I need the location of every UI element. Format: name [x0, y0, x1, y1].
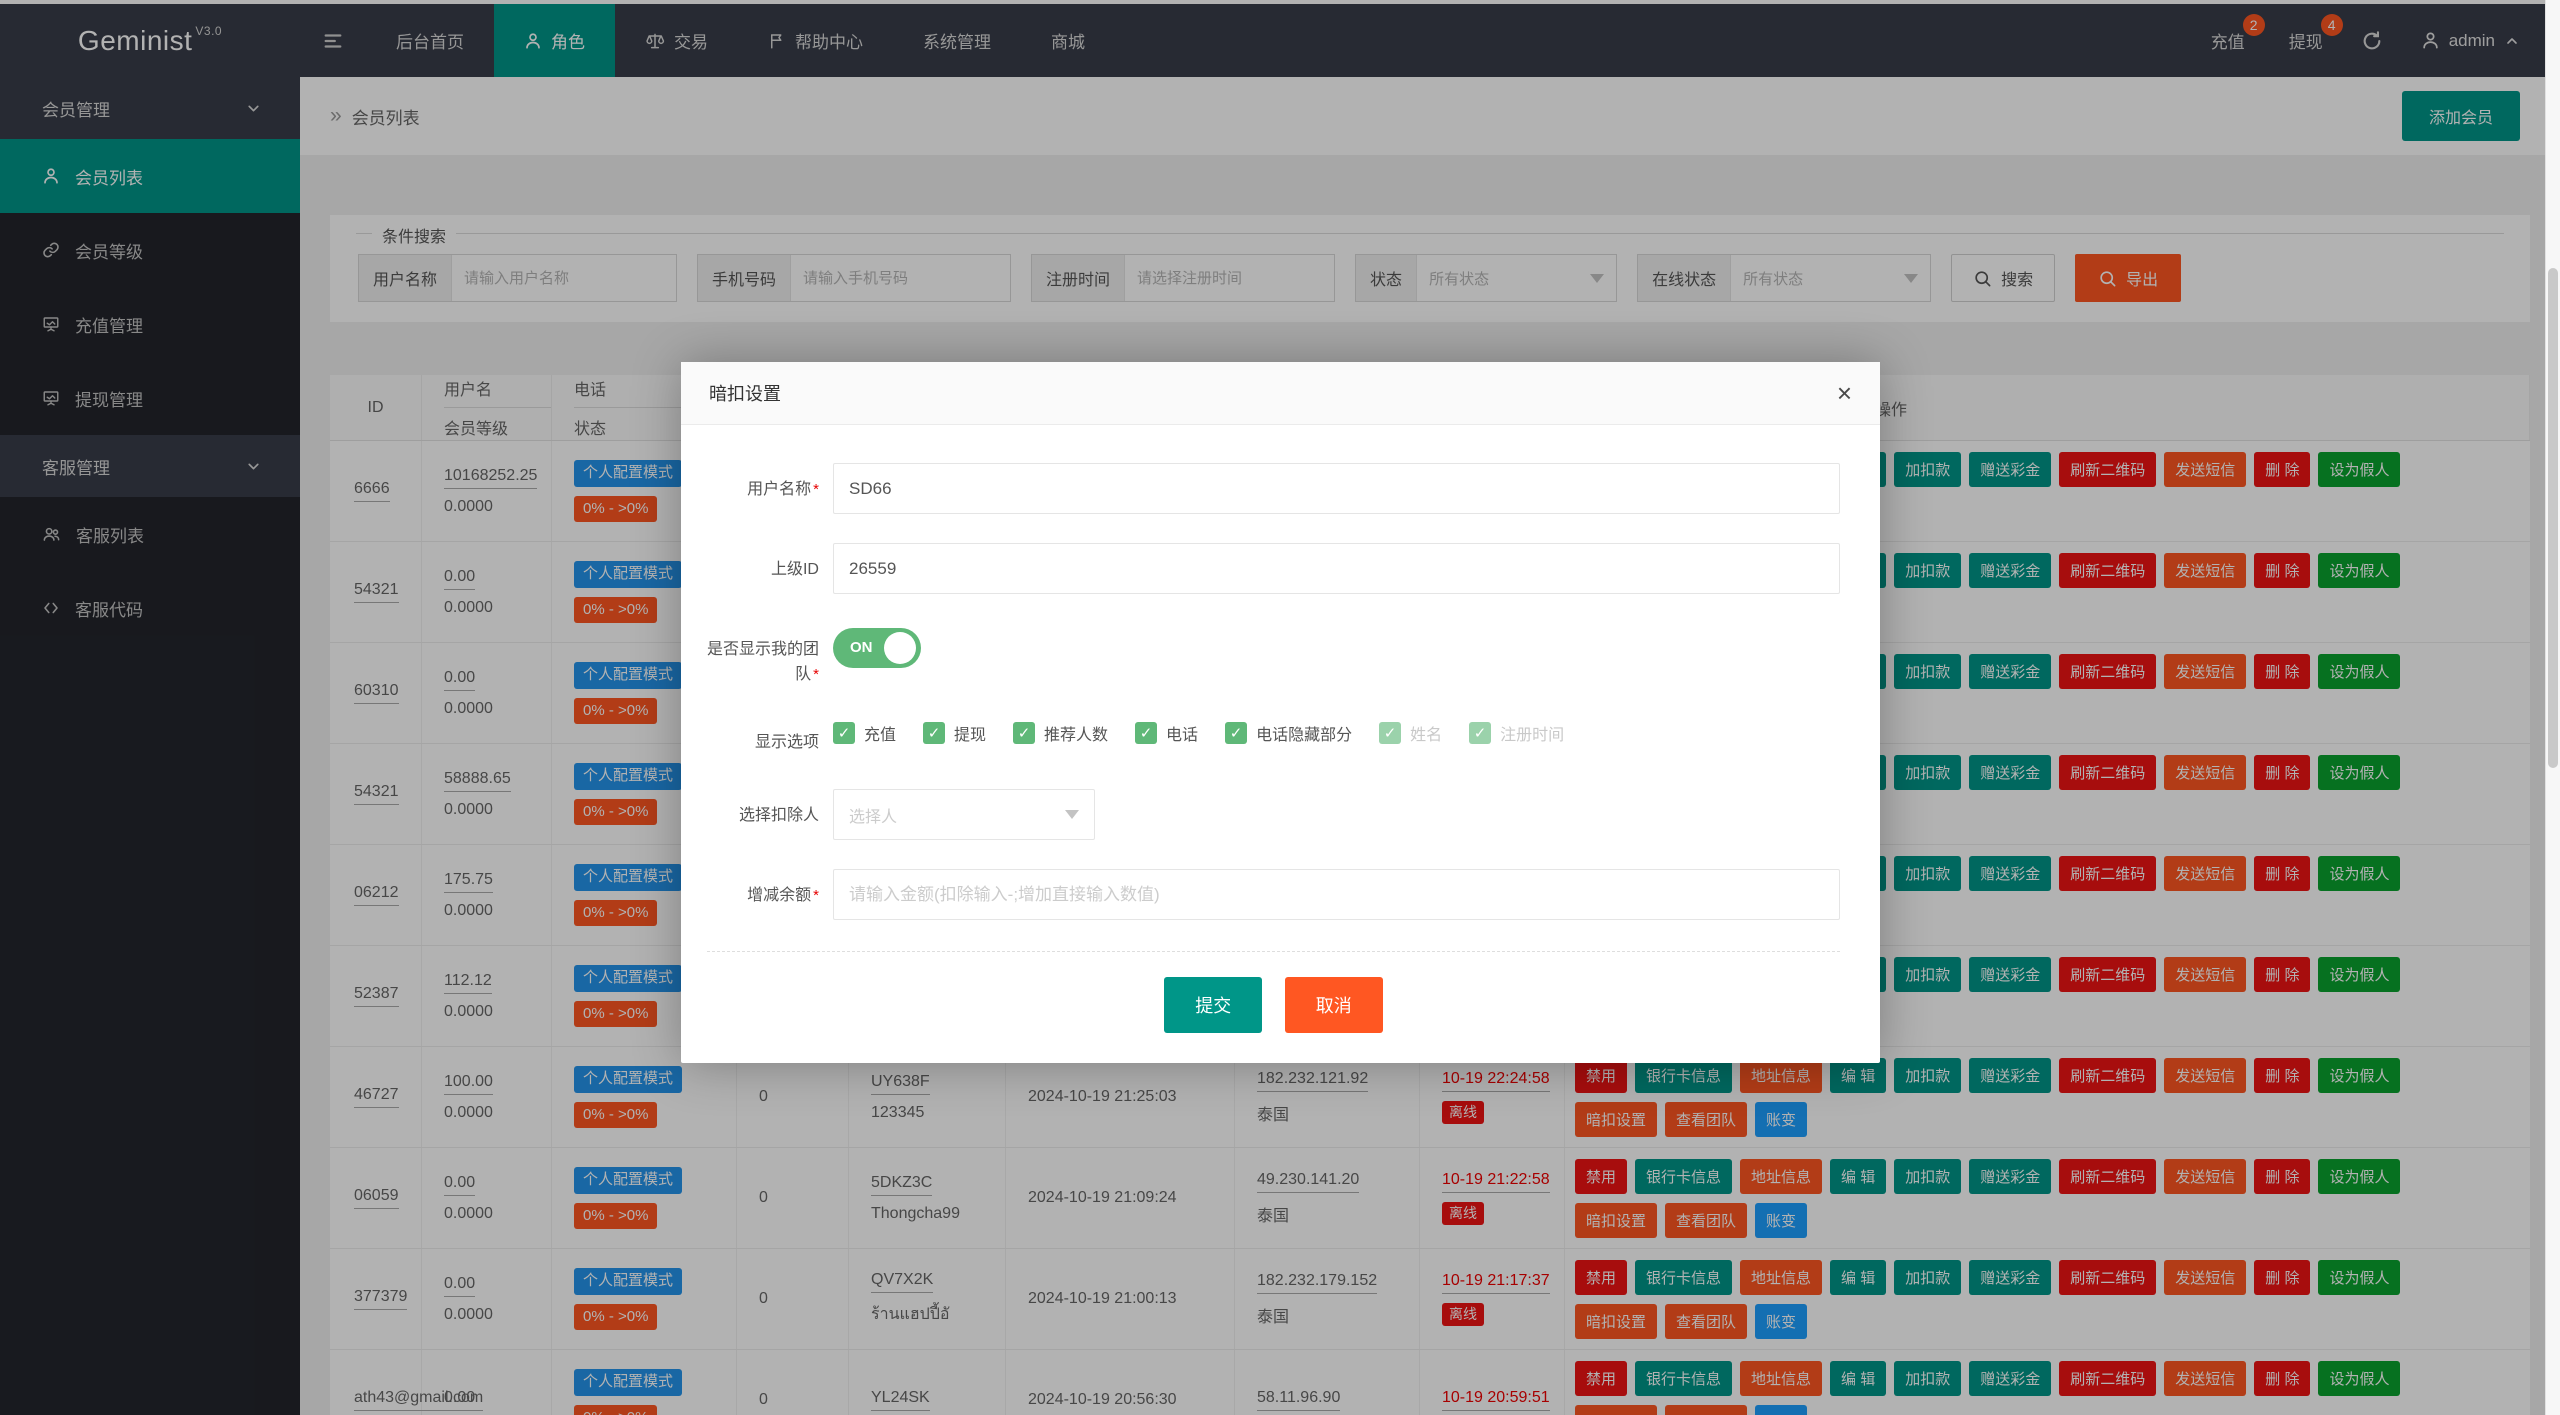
checkbox-checked-icon: ✓	[1013, 722, 1035, 744]
required-mark: *	[813, 666, 819, 683]
option-checkbox-电话隐藏部分[interactable]: ✓ 电话隐藏部分	[1225, 721, 1352, 745]
option-checkbox-注册时间[interactable]: ✓ 注册时间	[1469, 721, 1564, 745]
page: Geminist V3.0 后台首页角色交易帮助中心系统管理商城 充值2提现4 …	[0, 0, 2560, 1415]
deduct-person-select[interactable]: 选择人	[833, 789, 1095, 840]
option-label: 电话隐藏部分	[1256, 721, 1352, 745]
checkbox-checked-icon: ✓	[1135, 722, 1157, 744]
amount-label-text: 增减余额	[747, 887, 811, 904]
cancel-button[interactable]: 取消	[1285, 977, 1383, 1033]
scrollbar-thumb[interactable]	[2548, 268, 2558, 768]
checkbox-checked-icon: ✓	[923, 722, 945, 744]
option-label: 电话	[1166, 721, 1198, 745]
deduct-person-label: 选择扣除人	[707, 803, 819, 840]
option-checkbox-充值[interactable]: ✓ 充值	[833, 721, 896, 745]
amount-field[interactable]	[833, 869, 1840, 920]
modal-divider	[707, 951, 1840, 952]
option-checkbox-姓名[interactable]: ✓ 姓名	[1379, 721, 1442, 745]
checkbox-checked-icon: ✓	[1379, 722, 1401, 744]
username-label: 用户名称*	[707, 477, 819, 514]
parent-id-label: 上级ID	[707, 557, 819, 594]
modal-title: 暗扣设置	[709, 380, 781, 406]
option-label: 推荐人数	[1044, 721, 1108, 745]
submit-button[interactable]: 提交	[1164, 977, 1262, 1033]
form-row-show-team: 是否显示我的团队* ON	[707, 623, 1840, 687]
deduct-person-value: 选择人	[849, 803, 897, 827]
form-row-amount: 增减余额*	[707, 869, 1840, 920]
show-team-label: 是否显示我的团队*	[707, 637, 819, 687]
display-options-label: 显示选项	[707, 730, 819, 755]
deduct-person-label-text: 选择扣除人	[739, 807, 819, 824]
close-icon[interactable]: ×	[1837, 380, 1852, 406]
modal-footer: 提交 取消	[707, 977, 1840, 1033]
parent-id-field[interactable]	[833, 543, 1840, 594]
amount-label: 增减余额*	[707, 883, 819, 920]
toggle-on-label: ON	[850, 639, 873, 656]
username-field[interactable]	[833, 463, 1840, 514]
parent-id-label-text: 上级ID	[771, 561, 819, 578]
option-checkbox-推荐人数[interactable]: ✓ 推荐人数	[1013, 721, 1108, 745]
checkbox-checked-icon: ✓	[833, 722, 855, 744]
form-row-deduct-person: 选择扣除人 选择人	[707, 789, 1840, 840]
required-mark: *	[813, 887, 819, 904]
display-options: ✓ 充值 ✓ 提现 ✓ 推荐人数 ✓ 电话 ✓ 电话隐藏部分 ✓ 姓名 ✓ 注册时间	[833, 721, 1591, 745]
toggle-knob	[884, 632, 916, 664]
display-options-label-text: 显示选项	[755, 734, 819, 751]
form-row-display-options: 显示选项 ✓ 充值 ✓ 提现 ✓ 推荐人数 ✓ 电话 ✓ 电话隐藏部分 ✓ 姓名 ✓ 注册时间	[707, 721, 1840, 755]
deduction-settings-modal: 暗扣设置 × 用户名称* 上级ID 是否显示我的团队* ON	[681, 362, 1880, 1063]
option-checkbox-提现[interactable]: ✓ 提现	[923, 721, 986, 745]
username-label-text: 用户名称	[747, 481, 811, 498]
option-label: 充值	[864, 721, 896, 745]
option-label: 姓名	[1410, 721, 1442, 745]
form-row-username: 用户名称*	[707, 463, 1840, 514]
option-label: 提现	[954, 721, 986, 745]
modal-header: 暗扣设置 ×	[681, 362, 1880, 425]
checkbox-checked-icon: ✓	[1469, 722, 1491, 744]
show-team-toggle[interactable]: ON	[833, 628, 921, 668]
show-team-label-text: 是否显示我的团队	[707, 641, 819, 683]
option-label: 注册时间	[1500, 721, 1564, 745]
modal-body: 用户名称* 上级ID 是否显示我的团队* ON 显示选项 ✓充值✓提现✓推荐人数…	[681, 425, 1880, 1033]
window-scrollbar	[2545, 0, 2560, 1415]
required-mark: *	[813, 481, 819, 498]
form-row-parent-id: 上级ID	[707, 543, 1840, 594]
checkbox-checked-icon: ✓	[1225, 722, 1247, 744]
option-checkbox-电话[interactable]: ✓ 电话	[1135, 721, 1198, 745]
chevron-down-icon	[1065, 810, 1079, 819]
